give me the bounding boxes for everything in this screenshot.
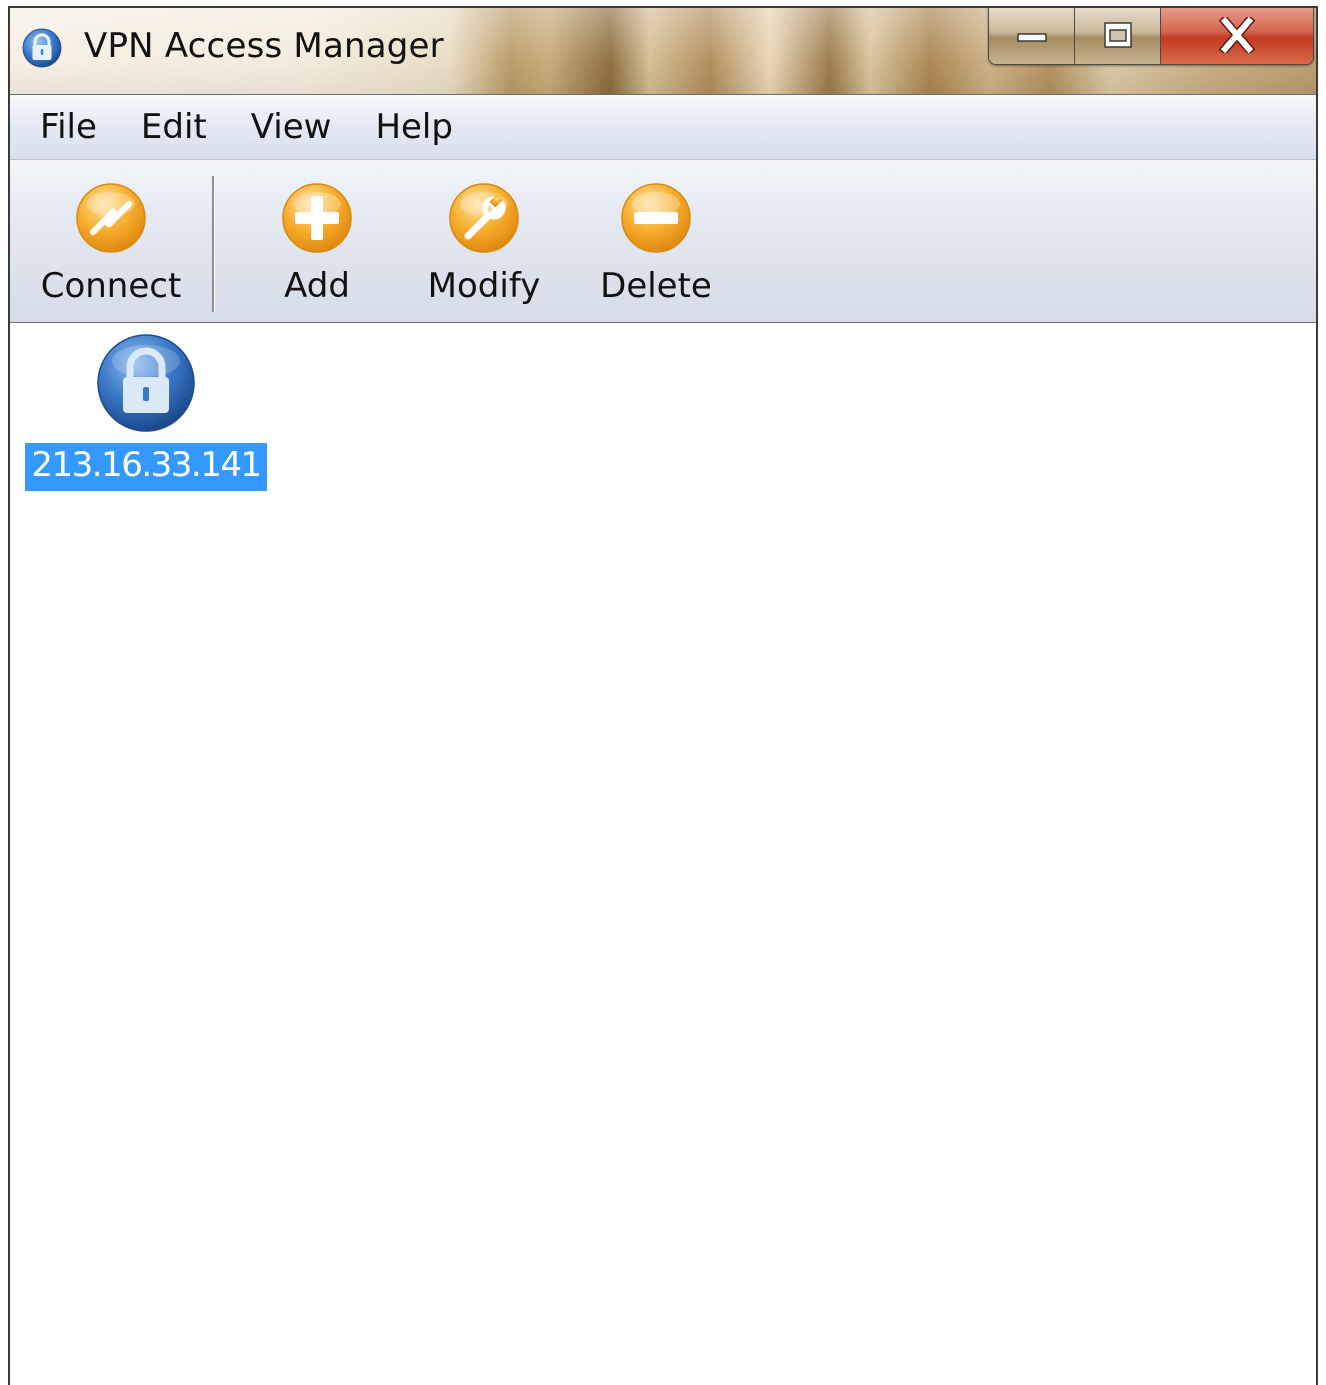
connection-list[interactable]: 213.16.33.141: [10, 323, 1316, 1385]
minimize-icon: [1016, 33, 1047, 42]
modify-label: Modify: [427, 266, 541, 306]
delete-label: Delete: [600, 266, 712, 306]
plus-icon: [282, 183, 352, 253]
connection-label: 213.16.33.141: [25, 443, 267, 491]
close-icon: [1218, 17, 1256, 53]
add-label: Add: [284, 266, 350, 306]
maximize-icon: [1103, 22, 1132, 48]
menu-help[interactable]: Help: [353, 95, 475, 159]
close-button[interactable]: [1161, 8, 1313, 64]
toolbar: Connect Add Modify Delete: [10, 160, 1316, 324]
minus-icon: [621, 183, 691, 253]
minimize-button[interactable]: [989, 8, 1075, 64]
connect-icon: [76, 183, 146, 253]
menu-view[interactable]: View: [229, 95, 354, 159]
toolbar-separator: [212, 176, 215, 312]
menu-file[interactable]: File: [10, 95, 119, 159]
connection-item[interactable]: 213.16.33.141: [25, 333, 267, 491]
window-title: VPN Access Manager: [84, 26, 444, 66]
app-window: VPN Access Manager File Edit View Help C…: [8, 6, 1318, 1385]
menu-edit[interactable]: Edit: [119, 95, 229, 159]
lock-icon: [22, 28, 62, 68]
window-controls: [988, 8, 1314, 65]
lock-icon: [97, 334, 195, 432]
delete-button[interactable]: Delete: [594, 182, 718, 306]
modify-button[interactable]: Modify: [414, 182, 554, 306]
add-button[interactable]: Add: [262, 182, 372, 306]
connect-button[interactable]: Connect: [36, 182, 186, 306]
wrench-icon: [449, 183, 519, 253]
title-bar[interactable]: VPN Access Manager: [10, 8, 1316, 95]
menu-bar: File Edit View Help: [10, 95, 1316, 160]
maximize-button[interactable]: [1075, 8, 1161, 64]
connect-label: Connect: [40, 266, 182, 306]
